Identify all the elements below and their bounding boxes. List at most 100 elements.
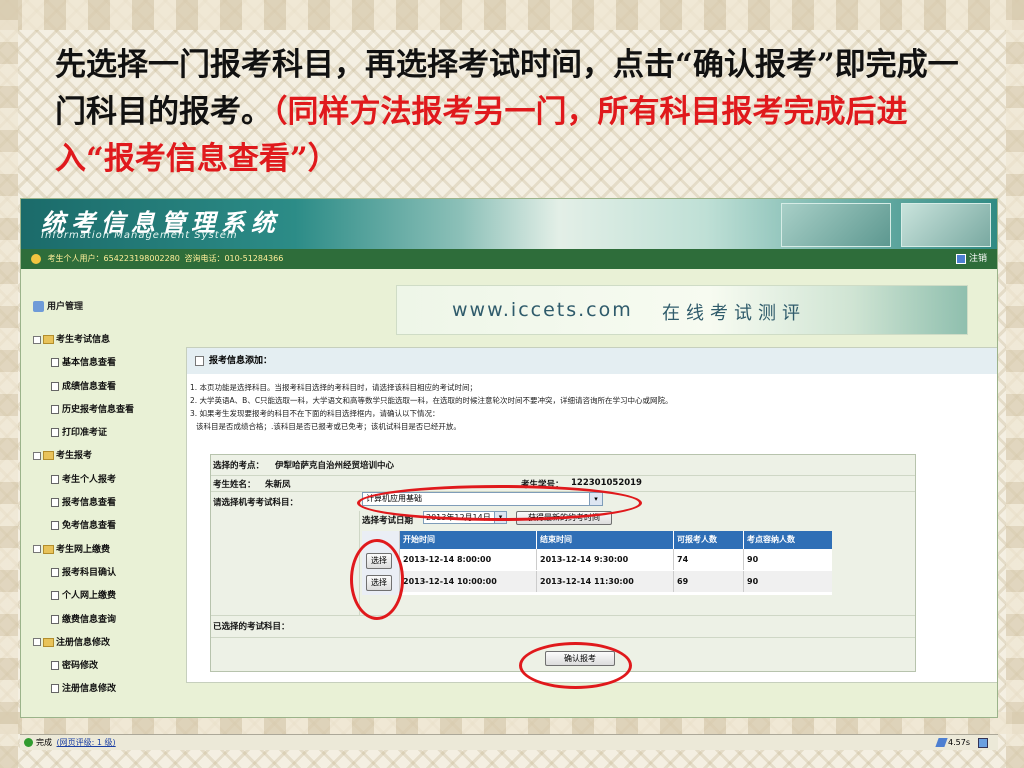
status-right: 4.57s [935, 735, 988, 751]
network-icon [978, 737, 988, 748]
browser-status-bar: 完成 (网页评级: 1 级) 4.57s [20, 734, 998, 750]
site-slogan: 在线考试测评 [662, 303, 806, 324]
document-icon [51, 614, 59, 624]
document-icon [51, 404, 59, 414]
student-name-label: 考生姓名： [213, 480, 256, 490]
exam-site-row: 选择的考点： 伊犁哈萨克自治州经贸培训中心 [211, 459, 915, 473]
tree-item-history[interactable]: 历史报考信息查看 [31, 399, 181, 422]
highlight-confirm-button [519, 642, 632, 689]
browser-window: 统考信息管理系统 Information Management System 考… [20, 198, 998, 718]
exam-site-value: 伊犁哈萨克自治州经贸培训中心 [275, 461, 395, 471]
folder-icon [43, 637, 54, 647]
row-capacity: 90 [744, 571, 832, 592]
note-line: 1. 本页功能是选择科目。当报考科目选择的考科目时，请选择该科目相应的考试时间； [190, 383, 478, 392]
tree-item-print-admission[interactable]: 打印准考证 [31, 422, 181, 445]
row-end-time: 2013-12-14 11:30:00 [537, 571, 674, 592]
user-id: 考生个人用户：654223198002280 [47, 254, 180, 263]
tree-item-personal-register[interactable]: 考生个人报考 [31, 469, 181, 492]
time-panel: 选择考试日期 2013年12月14日 ▾ 获得最新的约考时间 开始时间 结束时间… [359, 511, 915, 615]
tree-item-exemption-view[interactable]: 免考信息查看 [31, 515, 181, 538]
document-icon [51, 591, 59, 601]
note-line: 该科目是否成绩合格；.该科目是否已报考或已免考；该机试科目是否已经开放。 [196, 422, 461, 431]
document-icon [51, 684, 59, 694]
tree-group-exam-info[interactable]: 考生考试信息 [31, 329, 181, 352]
col-end-header: 结束时间 [537, 531, 674, 549]
tree-item-online-pay[interactable]: 个人网上缴费 [31, 585, 181, 608]
selected-subjects-label: 已选择的考试科目： [213, 622, 290, 632]
tree-item-payment-query[interactable]: 缴费信息查询 [31, 609, 181, 632]
row-start-time: 2013-12-14 8:00:00 [400, 549, 537, 570]
load-time: 4.57s [948, 738, 970, 747]
user-icon [31, 253, 41, 264]
document-icon [51, 428, 59, 438]
tree-group-account[interactable]: 注册信息修改 [31, 632, 181, 655]
row-end-time: 2013-12-14 9:30:00 [537, 549, 674, 570]
tree-item-subject-confirm[interactable]: 报考科目确认 [31, 562, 181, 585]
document-icon [51, 498, 59, 508]
site-url: www.iccets.com [452, 299, 633, 321]
tree-group-registration[interactable]: 考生报考 [31, 445, 181, 468]
collapse-icon [33, 335, 41, 344]
load-time-icon [935, 738, 948, 747]
instructions: 1. 本页功能是选择科目。当报考科目选择的考科目时，请选择该科目相应的考试时间；… [190, 381, 673, 433]
logout-link[interactable]: 注销 [955, 249, 987, 269]
document-icon [51, 358, 59, 368]
schedule-table: 开始时间 结束时间 可报考人数 考点容纳人数 选择 2013-12-14 8:0… [362, 531, 832, 595]
users-icon [33, 301, 44, 312]
note-line: 3. 如果考生发现要报考的科目不在下面的科目选择框内，请确认以下情况： [190, 409, 440, 418]
student-name-value: 朱新凤 [265, 480, 291, 490]
col-start-header: 开始时间 [400, 531, 537, 549]
system-banner: 统考信息管理系统 Information Management System [21, 199, 997, 249]
student-no-value: 122301052019 [571, 478, 642, 488]
highlight-subject-select [357, 485, 642, 521]
document-icon [51, 474, 59, 484]
status-text: 完成 [36, 738, 52, 747]
system-subtitle: Information Management System [41, 230, 238, 241]
row-available: 74 [674, 549, 744, 570]
highlight-select-buttons [350, 539, 404, 620]
tree-item-password[interactable]: 密码修改 [31, 655, 181, 678]
banner-photo [781, 203, 891, 247]
divider [211, 637, 915, 638]
document-icon [51, 521, 59, 531]
content-header-label: 报考信息添加： [209, 356, 273, 366]
tree-item-register-view[interactable]: 报考信息查看 [31, 492, 181, 515]
slide-title: 先选择一门报考科目，再选择考试时间，点击“确认报考”即完成一门科目的报考。（同样… [55, 42, 965, 183]
collapse-icon [33, 451, 41, 460]
hotline: 咨询电话：010-51284366 [184, 254, 284, 263]
folder-icon [43, 544, 54, 554]
user-management-label: 用户管理 [47, 302, 84, 312]
collapse-icon [33, 638, 41, 647]
col-capacity-header: 考点容纳人数 [744, 531, 832, 549]
content-header: 报考信息添加： [187, 348, 997, 374]
subject-label: 请选择机考考试科目： [213, 498, 299, 508]
site-banner: www.iccets.com 在线考试测评 [396, 285, 968, 335]
document-icon [51, 567, 59, 577]
selected-subjects-row: 已选择的考试科目： [211, 615, 915, 633]
exam-site-label: 选择的考点： [213, 461, 265, 471]
folder-icon [43, 451, 54, 461]
logout-icon [955, 253, 966, 264]
col-available-header: 可报考人数 [674, 531, 744, 549]
logout-label: 注销 [968, 254, 987, 264]
slide-border-right [1006, 0, 1024, 768]
tree-item-profile-edit[interactable]: 注册信息修改 [31, 678, 181, 701]
row-available: 69 [674, 571, 744, 592]
document-icon [51, 381, 59, 391]
tree-item-basic-info[interactable]: 基本信息查看 [31, 352, 181, 375]
page-rating-link[interactable]: (网页评级: 1 级) [57, 738, 116, 747]
tree-group-payment[interactable]: 考生网上缴费 [31, 539, 181, 562]
row-capacity: 90 [747, 555, 759, 564]
user-management-heading: 用户管理 [33, 299, 83, 312]
collapse-icon [33, 545, 41, 554]
folder-icon [43, 335, 54, 344]
form-icon [195, 355, 204, 366]
row-start-time: 2013-12-14 10:00:00 [400, 571, 537, 592]
slide-border-top [0, 0, 1024, 30]
banner-photo-2 [901, 203, 991, 247]
note-line: 2. 大学英语A、B、C只能选取一科，大学语文和高等数学只能选取一科，在选取的时… [190, 396, 673, 405]
document-icon [51, 661, 59, 671]
done-icon [24, 738, 33, 747]
user-info-bar: 考生个人用户：654223198002280 咨询电话：010-51284366… [21, 249, 997, 269]
tree-item-score-info[interactable]: 成绩信息查看 [31, 376, 181, 399]
